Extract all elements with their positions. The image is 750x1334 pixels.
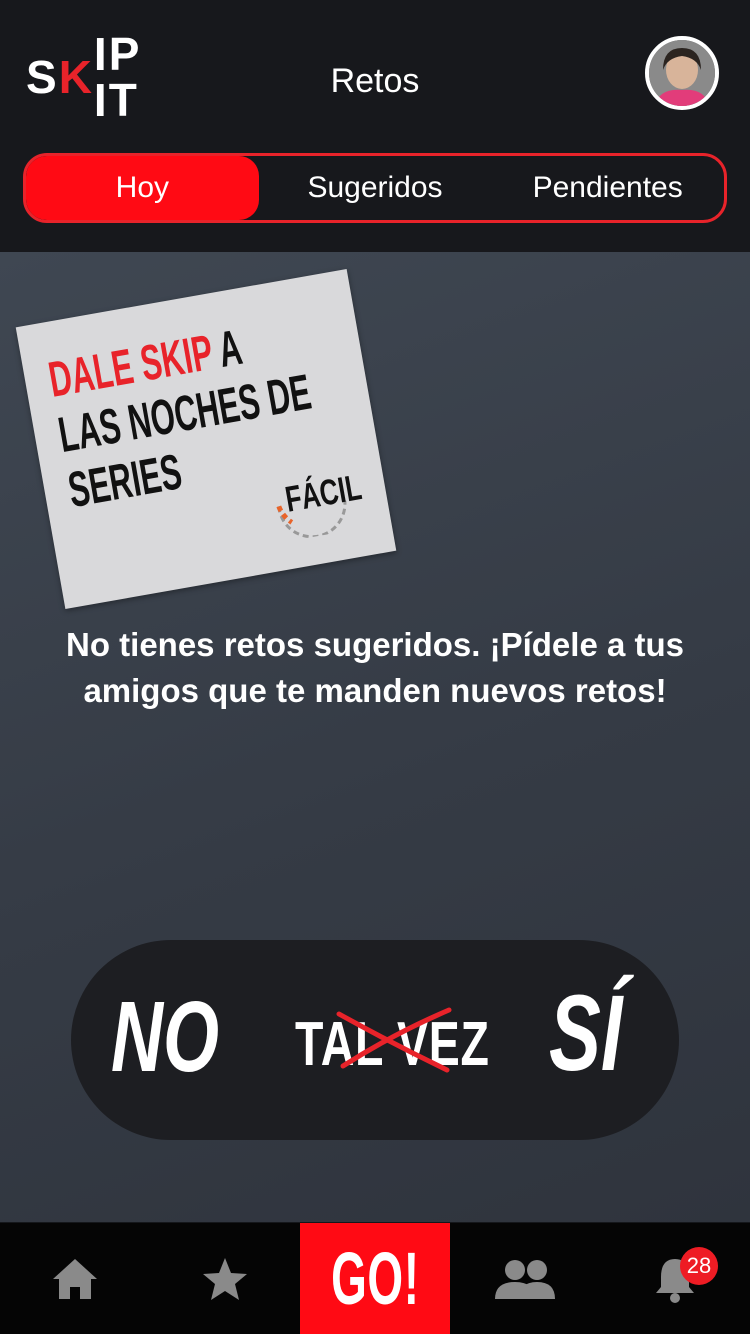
avatar[interactable] bbox=[645, 36, 719, 110]
page-title: Retos bbox=[330, 62, 420, 100]
notification-badge: 28 bbox=[680, 1247, 718, 1285]
tab-hoy[interactable]: Hoy bbox=[26, 156, 259, 220]
star-icon bbox=[203, 1257, 247, 1300]
header: S K IP IT Retos Hoy Sugeridos Pendientes bbox=[0, 0, 750, 252]
tab-pendientes[interactable]: Pendientes bbox=[491, 156, 724, 220]
logo-letter-k: K bbox=[58, 51, 94, 103]
logo-letter-s: S bbox=[26, 51, 59, 103]
avatar-photo-icon bbox=[649, 40, 715, 106]
nav-go[interactable]: GO! bbox=[300, 1223, 450, 1334]
challenge-title: DALE SKIP A LAS NOCHES DE SERIES bbox=[45, 319, 316, 518]
tab-segmented-control: Hoy Sugeridos Pendientes bbox=[23, 153, 727, 223]
nav-favorites[interactable] bbox=[150, 1223, 300, 1334]
logo-letters-ipit: IP IT bbox=[93, 28, 141, 126]
friends-icon bbox=[495, 1259, 555, 1299]
empty-state-message: No tienes retos sugeridos. ¡Pídele a tus… bbox=[66, 626, 684, 709]
go-label: GO! bbox=[330, 1236, 420, 1320]
app-logo[interactable]: S K IP IT bbox=[26, 31, 198, 123]
maybe-button[interactable]: TAL VEZ bbox=[295, 1010, 490, 1080]
nav-home[interactable] bbox=[0, 1223, 150, 1334]
tab-sugeridos[interactable]: Sugeridos bbox=[259, 156, 492, 220]
home-icon bbox=[53, 1258, 97, 1299]
choice-bar: NO TAL VEZ SÍ bbox=[71, 940, 679, 1140]
challenge-card[interactable]: DALE SKIP A LAS NOCHES DE SERIES FÁCIL bbox=[15, 268, 397, 610]
yes-button[interactable]: SÍ bbox=[549, 974, 622, 1092]
nav-notifications[interactable]: 28 bbox=[600, 1223, 750, 1334]
nav-friends[interactable] bbox=[450, 1223, 600, 1334]
bottom-nav: GO! 28 bbox=[0, 1223, 750, 1334]
no-button[interactable]: NO bbox=[111, 982, 219, 1092]
